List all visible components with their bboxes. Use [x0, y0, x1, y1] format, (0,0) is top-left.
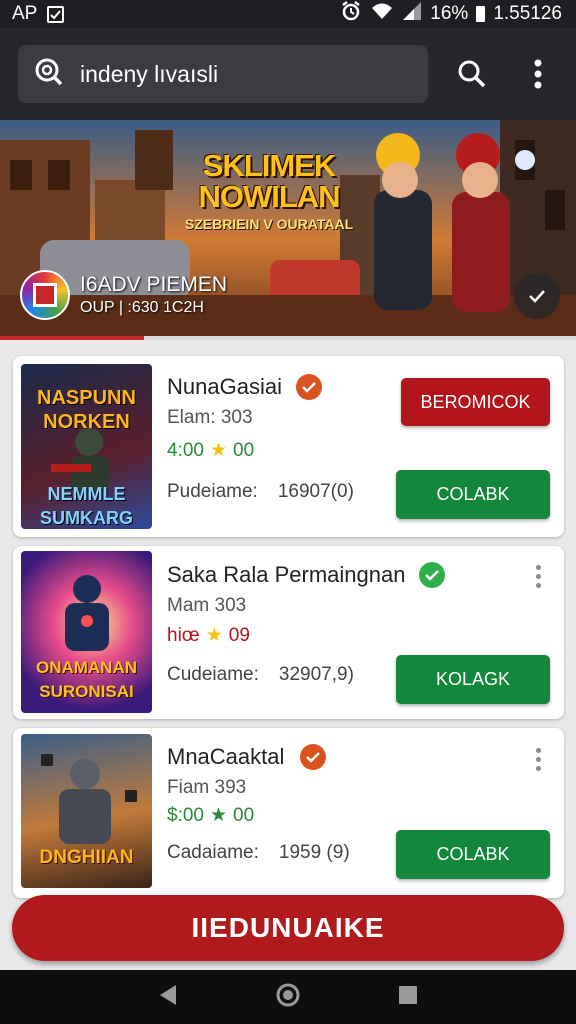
star-icon: ★: [205, 625, 223, 646]
recents-button[interactable]: [398, 985, 418, 1010]
signal-icon: [402, 1, 422, 27]
game-title-row: MnaCaaktal: [167, 744, 327, 770]
home-button[interactable]: [275, 982, 301, 1013]
status-bar: AP 16% 1.55126: [0, 0, 576, 28]
search-icon: [458, 60, 486, 88]
alarm-icon: [340, 0, 362, 28]
banner-progress: [0, 336, 576, 340]
system-nav-bar: [0, 970, 576, 1024]
card-more-button[interactable]: [528, 561, 548, 591]
banner-title-line2: NOWILAN: [198, 179, 340, 214]
battery-percent: 16%: [430, 3, 469, 24]
channel-name: I6ADV PIEMEN: [80, 273, 228, 296]
status-carrier: AP: [12, 3, 38, 24]
channel-info[interactable]: I6ADV PIEMEN OUP | :630 1C2H: [20, 270, 227, 320]
game-rating: $:00 ★ 00: [167, 804, 255, 827]
star-icon: ★: [209, 440, 228, 461]
app-bar: [0, 28, 576, 120]
game-thumbnail: NASPUNN NORKEN NEMMLE SUMKARG: [21, 364, 152, 529]
download-button[interactable]: COLABK: [396, 830, 550, 879]
back-icon: [160, 984, 177, 1005]
search-input[interactable]: [80, 60, 400, 88]
bottom-action-button[interactable]: IIEDUNUAIKE: [12, 895, 564, 961]
banner-title-line1: SKLIMEK: [202, 148, 337, 183]
size-value: 1959 (9): [278, 842, 350, 863]
battery-icon: [476, 6, 486, 22]
size-label: Pudeiame:: [167, 481, 258, 502]
banner-title: SKLIMEK NOWILAN SZEBRIEIN V OURATAAL: [184, 150, 354, 232]
game-meta: Elam: 303: [167, 407, 253, 428]
overflow-menu-button[interactable]: [514, 50, 562, 98]
banner-subtitle: SZEBRIEIN V OURATAAL: [184, 216, 354, 232]
featured-banner[interactable]: SKLIMEK NOWILAN SZEBRIEIN V OURATAAL I6A…: [0, 120, 576, 338]
wifi-icon: [370, 1, 394, 27]
size-value: 32907,9): [278, 664, 354, 685]
home-icon: [276, 983, 300, 1006]
channel-subtitle: OUP | :630 1C2H: [80, 299, 204, 316]
game-card[interactable]: ONAMANAN SURONISAI Saka Rala Permaingnan …: [13, 546, 564, 719]
game-meta: Fiam 393: [167, 777, 247, 798]
game-title-row: NunaGasiai: [167, 374, 322, 400]
thumb-title: ONAMANAN SURONISAI: [35, 658, 138, 701]
star-icon: ★: [209, 805, 228, 826]
banner-progress-fill: [0, 336, 144, 340]
game-rating: hiœ ★ 09: [167, 624, 250, 647]
game-rating: 4:00 ★ 00: [167, 439, 255, 462]
game-card[interactable]: NASPUNN NORKEN NEMMLE SUMKARG NunaGasiai E…: [13, 356, 564, 537]
more-vertical-icon: [534, 59, 542, 89]
primary-action-button[interactable]: BEROMICOK: [401, 378, 550, 426]
thumb-title: DNGHIIAN: [39, 847, 134, 868]
game-thumbnail: ONAMANAN SURONISAI: [21, 551, 152, 713]
back-button[interactable]: [158, 984, 178, 1011]
search-button[interactable]: [448, 50, 496, 98]
game-title-row: Saka Rala Permaingnan: [167, 562, 446, 588]
game-size-row: Cadaiame: 1959 (9): [167, 842, 350, 864]
search-icon: [34, 57, 64, 92]
card-more-button[interactable]: [528, 744, 548, 774]
size-label: Cudeiame:: [167, 664, 259, 685]
check-icon: [529, 290, 545, 303]
game-size-row: Pudeiame: 16907(0): [167, 481, 354, 503]
game-title: Saka Rala Permaingnan: [167, 562, 406, 587]
game-card[interactable]: DNGHIIAN MnaCaaktal Fiam 393 $:00 ★ 00 C…: [13, 728, 564, 898]
size-label: Cadaiame:: [167, 842, 259, 863]
game-title: MnaCaaktal: [167, 744, 285, 769]
size-value: 16907(0): [277, 481, 354, 502]
game-title: NunaGasiai: [167, 374, 282, 399]
game-size-row: Cudeiame: 32907,9): [167, 664, 354, 686]
recents-icon: [398, 985, 417, 1004]
download-button[interactable]: KOLAGK: [396, 655, 550, 704]
game-meta: Mam 303: [167, 595, 247, 616]
search-bar[interactable]: [18, 45, 429, 103]
banner-check-button[interactable]: [514, 273, 560, 319]
notification-icon: [47, 5, 65, 23]
game-thumbnail: DNGHIIAN: [21, 734, 152, 888]
verified-badge-icon: [300, 744, 327, 770]
status-time: 1.55126: [493, 3, 562, 24]
download-button[interactable]: COLABK: [396, 470, 550, 519]
channel-logo: [20, 270, 70, 320]
verified-badge-icon: [295, 374, 322, 400]
thumb-subtitle: NEMMLE SUMKARG: [40, 484, 133, 528]
verified-badge-icon: [419, 562, 446, 588]
